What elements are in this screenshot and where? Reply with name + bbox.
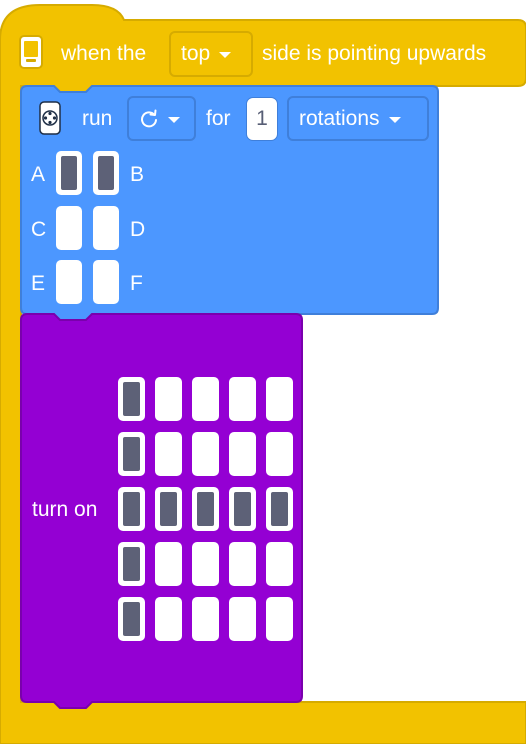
port-a-toggle[interactable] [56, 151, 82, 195]
pixel-r2-c2[interactable] [155, 432, 182, 476]
side-dropdown-value: top [181, 42, 211, 65]
port-label-a: A [31, 163, 46, 186]
pixel-r3-c1[interactable] [118, 487, 145, 531]
amount-input[interactable]: 1 [246, 97, 278, 141]
turn-on-label: turn on [32, 498, 98, 521]
pixel-r5-c2[interactable] [155, 597, 182, 641]
port-label-b: B [130, 163, 145, 186]
pixel-r3-c2[interactable] [155, 487, 182, 531]
port-label-c: C [31, 218, 47, 241]
pixel-r4-c4[interactable] [229, 542, 256, 586]
clockwise-icon [141, 109, 157, 127]
run-label: run [82, 107, 113, 130]
pixel-r3-c5[interactable] [266, 487, 293, 531]
pixel-r4-c5[interactable] [266, 542, 293, 586]
pixel-r2-c4[interactable] [229, 432, 256, 476]
pixel-r2-c5[interactable] [266, 432, 293, 476]
hat-text-after: side is pointing upwards [262, 42, 487, 65]
pixel-r1-c1[interactable] [118, 377, 145, 421]
pixel-r1-c3[interactable] [192, 377, 219, 421]
pixel-r3-c3[interactable] [192, 487, 219, 531]
light-matrix [118, 377, 293, 641]
chevron-down-icon [388, 116, 401, 123]
pixel-r1-c4[interactable] [229, 377, 256, 421]
code-canvas: when the top side is pointing upwards ru… [0, 0, 526, 744]
port-e-toggle[interactable] [56, 260, 82, 304]
port-label-e: E [31, 272, 46, 295]
pixel-r2-c3[interactable] [192, 432, 219, 476]
port-f-toggle[interactable] [93, 260, 119, 304]
pixel-r4-c2[interactable] [155, 542, 182, 586]
port-b-toggle[interactable] [93, 151, 119, 195]
chevron-down-icon [168, 116, 180, 123]
chevron-down-icon [219, 52, 232, 58]
hat-text-before: when the [61, 42, 147, 65]
pixel-r5-c4[interactable] [229, 597, 256, 641]
unit-dropdown-value: rotations [299, 106, 380, 130]
pixel-r5-c1[interactable] [118, 597, 145, 641]
pixel-r2-c1[interactable] [118, 432, 145, 476]
motor-icon [39, 101, 61, 135]
unit-dropdown[interactable]: rotations [287, 96, 429, 141]
for-label: for [206, 107, 231, 130]
pixel-r5-c5[interactable] [266, 597, 293, 641]
pixel-r5-c3[interactable] [192, 597, 219, 641]
pixel-r3-c4[interactable] [229, 487, 256, 531]
pixel-r4-c1[interactable] [118, 542, 145, 586]
direction-dropdown[interactable] [127, 96, 196, 141]
port-label-d: D [130, 218, 146, 241]
port-c-toggle[interactable] [56, 206, 82, 250]
hub-icon [19, 35, 43, 69]
pixel-r1-c2[interactable] [155, 377, 182, 421]
pixel-r4-c3[interactable] [192, 542, 219, 586]
port-d-toggle[interactable] [93, 206, 119, 250]
side-dropdown[interactable]: top [169, 31, 253, 77]
pixel-r1-c5[interactable] [266, 377, 293, 421]
port-label-f: F [130, 272, 143, 295]
